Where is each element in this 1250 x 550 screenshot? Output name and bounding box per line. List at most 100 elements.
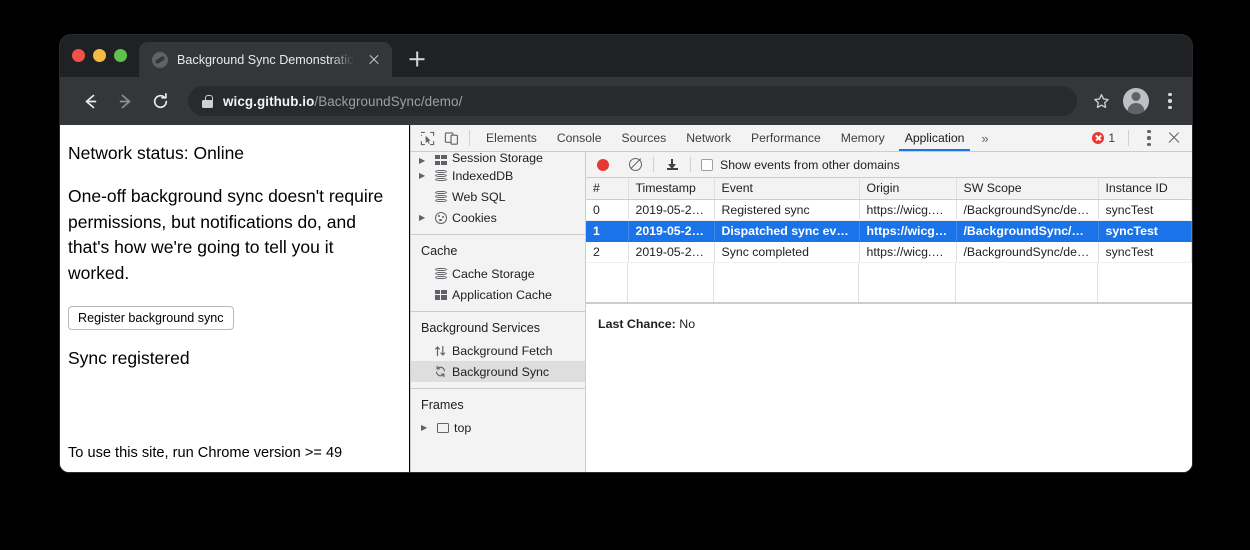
show-other-domains-checkbox[interactable] — [701, 159, 713, 171]
tab-performance[interactable]: Performance — [741, 125, 831, 151]
column-header-event[interactable]: Event — [714, 178, 859, 199]
tab-sources[interactable]: Sources — [612, 125, 677, 151]
cell-origin: https://wicg.… — [859, 199, 956, 220]
sidebar-item-application-cache[interactable]: Application Cache — [411, 284, 585, 305]
sidebar-item-session-storage[interactable]: ▶ Session Storage — [411, 152, 585, 165]
tab-memory[interactable]: Memory — [831, 125, 895, 151]
cell-number: 0 — [586, 199, 628, 220]
sidebar-item-label: Background Sync — [452, 365, 549, 379]
back-button[interactable] — [74, 85, 106, 117]
close-icon[interactable] — [365, 51, 383, 69]
toolbar-divider — [653, 157, 654, 172]
sidebar-item-cache-storage[interactable]: Cache Storage — [411, 263, 585, 284]
sidebar-section-background-services: Background Services — [411, 312, 585, 340]
chevron-right-icon[interactable]: ▶ — [419, 172, 429, 180]
cell-number: 1 — [586, 220, 628, 241]
clear-icon[interactable] — [629, 158, 642, 171]
address-bar[interactable]: wicg.github.io/BackgroundSync/demo/ — [188, 86, 1077, 116]
database-icon — [433, 191, 448, 203]
new-tab-button[interactable] — [403, 45, 431, 73]
events-table: # Timestamp Event Origin SW Scope Instan… — [586, 178, 1192, 263]
sidebar-item-label: Background Fetch — [452, 344, 553, 358]
tab-application[interactable]: Application — [895, 125, 975, 151]
sidebar-item-label: IndexedDB — [452, 169, 513, 183]
web-page-content: Network status: Online One-off backgroun… — [60, 125, 410, 472]
sidebar-item-background-sync[interactable]: Background Sync — [411, 361, 585, 382]
inspect-element-icon[interactable] — [415, 126, 439, 150]
background-sync-toolbar: Show events from other domains — [586, 152, 1192, 178]
cell-instance-id: syncTest — [1098, 199, 1192, 220]
fetch-arrows-icon — [433, 345, 448, 357]
toolbar-divider — [469, 130, 470, 146]
cell-sw-scope: /BackgroundSync/de… — [956, 220, 1098, 241]
devtools-panel: Elements Console Sources Network Perform… — [410, 125, 1192, 472]
detail-label: Last Chance: — [598, 317, 676, 331]
column-header-sw-scope[interactable]: SW Scope — [956, 178, 1098, 199]
detail-value: No — [679, 317, 695, 331]
error-icon — [1092, 132, 1104, 144]
background-sync-panel: Show events from other domains # — [586, 152, 1192, 472]
table-row[interactable]: 2 2019-05-2… Sync completed https://wicg… — [586, 241, 1192, 262]
close-window-button[interactable] — [72, 49, 85, 62]
column-header-timestamp[interactable]: Timestamp — [628, 178, 714, 199]
cell-sw-scope: /BackgroundSync/de… — [956, 199, 1098, 220]
viewport: Network status: Online One-off backgroun… — [60, 125, 1192, 472]
column-header-instance-id[interactable]: Instance ID — [1098, 178, 1192, 199]
show-other-domains-label: Show events from other domains — [720, 158, 900, 172]
devtools-menu-button[interactable] — [1137, 125, 1161, 151]
grid-icon — [433, 290, 448, 300]
sync-icon — [433, 365, 448, 378]
device-toolbar-icon[interactable] — [439, 126, 463, 150]
chevron-right-icon[interactable]: ▶ — [421, 424, 431, 432]
table-row[interactable]: 0 2019-05-2… Registered sync https://wic… — [586, 199, 1192, 220]
chevron-right-icon[interactable]: ▶ — [419, 157, 429, 165]
sidebar-item-background-fetch[interactable]: Background Fetch — [411, 340, 585, 361]
cell-instance-id: syncTest — [1098, 220, 1192, 241]
browser-menu-button[interactable] — [1158, 88, 1182, 114]
sync-status-text: Sync registered — [68, 348, 393, 369]
more-tabs-icon[interactable]: » — [974, 131, 995, 146]
close-devtools-button[interactable] — [1163, 127, 1185, 149]
maximize-window-button[interactable] — [114, 49, 127, 62]
register-background-sync-button[interactable]: Register background sync — [68, 306, 234, 330]
application-sidebar: ▶ Session Storage ▶ IndexedDB — [411, 152, 586, 472]
column-header-origin[interactable]: Origin — [859, 178, 956, 199]
sidebar-item-indexeddb[interactable]: ▶ IndexedDB — [411, 165, 585, 186]
table-row[interactable]: 1 2019-05-2… Dispatched sync event https… — [586, 220, 1192, 241]
tab-network[interactable]: Network — [676, 125, 741, 151]
toolbar-divider-2 — [1128, 130, 1129, 146]
network-status-text: Network status: Online — [68, 141, 393, 166]
table-header-row: # Timestamp Event Origin SW Scope Instan… — [586, 178, 1192, 199]
error-badge[interactable]: 1 — [1087, 131, 1120, 145]
forward-button[interactable] — [109, 85, 141, 117]
cell-timestamp: 2019-05-2… — [628, 220, 714, 241]
sidebar-section-frames: Frames — [411, 389, 585, 417]
column-header-number[interactable]: # — [586, 178, 628, 199]
record-icon[interactable] — [597, 159, 609, 171]
cookie-icon — [433, 212, 448, 224]
download-icon[interactable] — [662, 159, 682, 169]
tab-console[interactable]: Console — [547, 125, 612, 151]
database-icon — [433, 268, 448, 280]
cell-instance-id: syncTest — [1098, 241, 1192, 262]
description-text: One-off background sync doesn't require … — [68, 184, 393, 286]
browser-window: Background Sync Demonstration — [60, 35, 1192, 472]
sidebar-item-cookies[interactable]: ▶ Cookies — [411, 207, 585, 228]
reload-button[interactable] — [144, 85, 176, 117]
window-controls — [72, 35, 127, 77]
minimize-window-button[interactable] — [93, 49, 106, 62]
tab-elements[interactable]: Elements — [476, 125, 547, 151]
bookmark-star-icon[interactable] — [1088, 88, 1114, 114]
url-path: /BackgroundSync/demo/ — [314, 94, 462, 109]
browser-tab[interactable]: Background Sync Demonstration — [139, 42, 392, 77]
sidebar-item-label: Cookies — [452, 211, 497, 225]
cell-event: Sync completed — [714, 241, 859, 262]
grid-icon — [433, 155, 448, 165]
cell-origin: https://wicg.… — [859, 241, 956, 262]
sidebar-item-top-frame[interactable]: ▶ top — [411, 417, 585, 438]
profile-avatar[interactable] — [1123, 88, 1149, 114]
sidebar-item-web-sql[interactable]: ▶ Web SQL — [411, 186, 585, 207]
chevron-right-icon[interactable]: ▶ — [419, 214, 429, 222]
cell-origin: https://wicg.… — [859, 220, 956, 241]
chrome-version-note: To use this site, run Chrome version >= … — [68, 445, 393, 461]
